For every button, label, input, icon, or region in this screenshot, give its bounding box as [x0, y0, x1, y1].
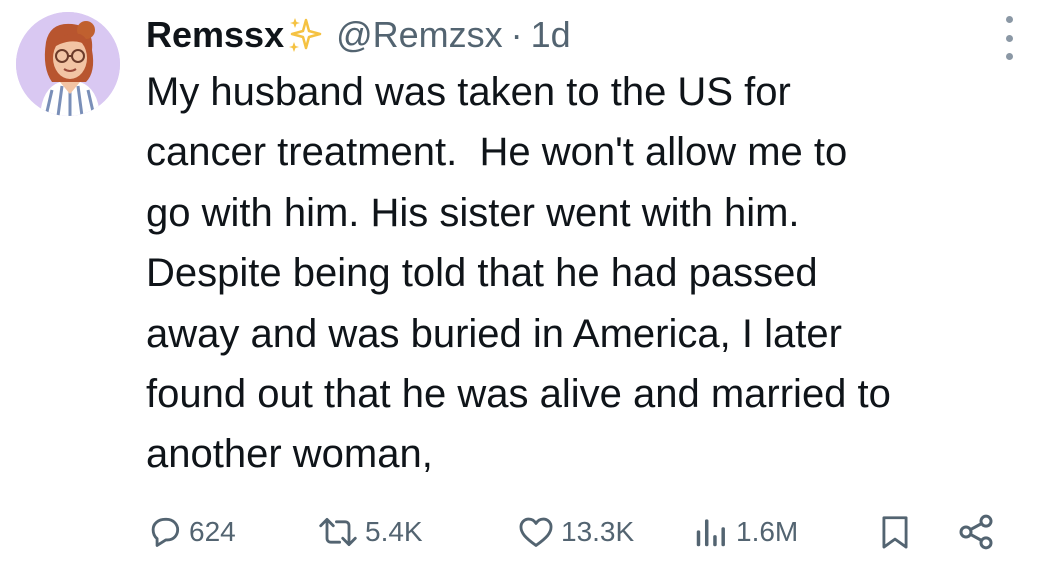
share-button[interactable]: [956, 506, 996, 558]
avatar[interactable]: [16, 12, 120, 116]
tweet-text-line: go with him. His sister went with him.: [146, 190, 800, 235]
tweet-text-line: found out that he was alive and married …: [146, 372, 891, 417]
like-count: 13.3K: [561, 516, 635, 547]
like-button[interactable]: 13.3K: [516, 506, 634, 558]
views-count: 1.6M: [736, 516, 799, 547]
tweet-text-line: another woman,: [146, 432, 433, 477]
timestamp[interactable]: 1d: [531, 14, 571, 56]
reply-icon: [146, 513, 184, 551]
display-name[interactable]: Remssx: [146, 14, 284, 56]
views-button[interactable]: 1.6M: [691, 506, 798, 558]
reply-count: 624: [189, 516, 236, 547]
retweet-count: 5.4K: [365, 516, 423, 547]
header-separator: ·: [510, 14, 523, 55]
bookmark-icon: [876, 512, 914, 552]
share-icon: [956, 512, 996, 552]
bookmark-button[interactable]: [876, 506, 914, 558]
action-bar: 624 5.4K 13.3K 1.6M: [146, 506, 1031, 558]
tweet-header: Remssx @Remzsx · 1d: [146, 8, 571, 62]
tweet[interactable]: Remssx @Remzsx · 1d My husband was taken…: [0, 0, 1043, 567]
reply-button[interactable]: 624: [146, 506, 236, 558]
tweet-text: My husband was taken to the US for cance…: [146, 62, 1031, 485]
tweet-text-line: cancer treatment. He won't allow me to: [146, 130, 848, 175]
tweet-text-line: Despite being told that he had passed: [146, 251, 818, 296]
more-options-icon[interactable]: [995, 16, 1023, 60]
tweet-text-line: away and was buried in America, I later: [146, 311, 842, 356]
views-icon: [691, 513, 731, 551]
retweet-button[interactable]: 5.4K: [316, 506, 423, 558]
heart-icon: [516, 513, 556, 551]
user-handle[interactable]: @Remzsx: [336, 14, 503, 56]
tweet-text-line: My husband was taken to the US for: [146, 70, 791, 114]
retweet-icon: [316, 513, 360, 551]
sparkles-icon: [286, 16, 324, 54]
avatar-illustration: [16, 12, 120, 116]
